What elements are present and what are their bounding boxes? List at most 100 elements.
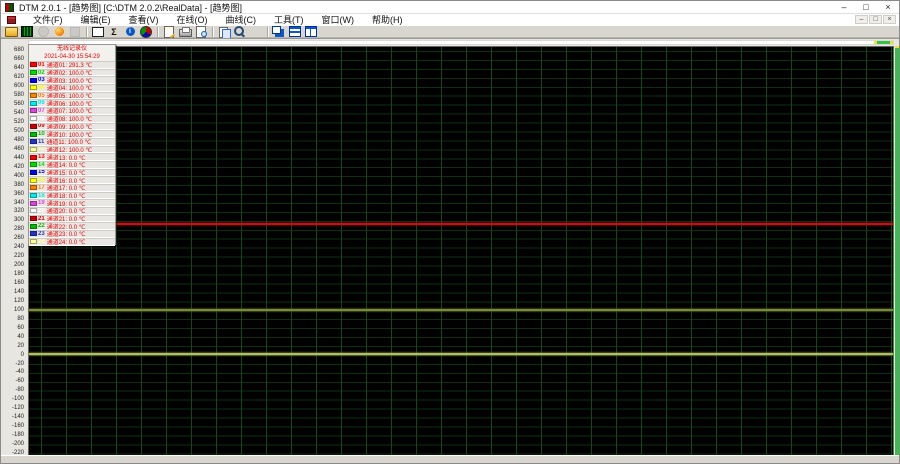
record-icon[interactable] <box>52 26 66 38</box>
tile-v-icon[interactable] <box>304 26 318 38</box>
y-axis-tick-label: -100 <box>0 396 24 402</box>
channel-color-swatch <box>30 147 37 152</box>
legend-row-channel-11[interactable]: 11通道11: 100.0 ℃ <box>29 138 115 146</box>
legend-row-channel-23[interactable]: 23通道23: 0.0 ℃ <box>29 230 115 238</box>
sum-icon[interactable]: Σ <box>107 26 121 38</box>
legend-row-channel-01[interactable]: 01通道01: 291.3 ℃ <box>29 61 115 69</box>
legend-row-channel-10[interactable]: 10通道10: 100.0 ℃ <box>29 130 115 138</box>
note-icon[interactable] <box>162 26 176 38</box>
channel-value-text: 通道21: 0.0 ℃ <box>47 215 86 223</box>
app-icon <box>5 3 14 12</box>
channel-value-text: 通道03: 100.0 ℃ <box>47 76 92 84</box>
y-axis-tick-label: 560 <box>0 101 24 107</box>
legend-row-channel-16[interactable]: 16通道16: 0.0 ℃ <box>29 176 115 184</box>
channel-color-swatch <box>30 185 37 190</box>
legend-row-channel-24[interactable]: 24通道24: 0.0 ℃ <box>29 238 115 246</box>
child-restore-button[interactable]: □ <box>869 15 882 24</box>
channel-number: 08 <box>38 116 45 122</box>
channel-color-swatch <box>30 224 37 229</box>
channel-color-swatch <box>30 108 37 113</box>
info-icon[interactable] <box>123 26 137 38</box>
legend-row-channel-02[interactable]: 02通道02: 100.0 ℃ <box>29 69 115 77</box>
cascade-icon[interactable] <box>272 26 286 38</box>
channel-color-swatch <box>30 93 37 98</box>
horizontal-scrollbar[interactable] <box>28 40 894 45</box>
legend-row-channel-19[interactable]: 19通道19: 0.0 ℃ <box>29 199 115 207</box>
close-button[interactable]: × <box>877 1 899 13</box>
channel-value-text: 通道15: 0.0 ℃ <box>47 169 86 177</box>
y-axis-tick-label: 400 <box>0 173 24 179</box>
y-axis-tick-label: -20 <box>0 361 24 367</box>
y-axis-tick-label: 480 <box>0 137 24 143</box>
legend-rows: 01通道01: 291.3 ℃02通道02: 100.0 ℃03通道03: 10… <box>29 61 115 246</box>
print-icon[interactable] <box>178 26 192 38</box>
y-axis-tick-label: 300 <box>0 217 24 223</box>
channel-color-swatch <box>30 170 37 175</box>
open-icon[interactable] <box>4 26 18 38</box>
window-icon[interactable] <box>91 26 105 38</box>
legend-row-channel-12[interactable]: 12通道12: 100.0 ℃ <box>29 146 115 154</box>
legend-row-channel-06[interactable]: 06通道06: 100.0 ℃ <box>29 99 115 107</box>
y-axis-tick-label: 540 <box>0 110 24 116</box>
plot-area[interactable] <box>28 46 894 457</box>
channel-number: 03 <box>38 77 45 83</box>
y-axis-tick-label: 660 <box>0 56 24 62</box>
channel-color-swatch <box>30 231 37 236</box>
y-axis-labels: 6806606406206005805605405205004804604404… <box>1 46 27 457</box>
legend-row-channel-20[interactable]: 20通道20: 0.0 ℃ <box>29 207 115 215</box>
y-axis-tick-label: -160 <box>0 423 24 429</box>
copy-icon[interactable] <box>217 26 231 38</box>
channel-value-text: 通道05: 100.0 ℃ <box>47 92 92 100</box>
horizontal-scroll-thumb[interactable] <box>874 41 893 44</box>
legend-row-channel-15[interactable]: 15通道15: 0.0 ℃ <box>29 169 115 177</box>
series-line <box>29 223 893 225</box>
channel-number: 24 <box>38 239 45 245</box>
legend-row-channel-21[interactable]: 21通道21: 0.0 ℃ <box>29 215 115 223</box>
y-axis-tick-label: 440 <box>0 155 24 161</box>
child-close-button[interactable]: × <box>883 15 896 24</box>
y-axis-tick-label: 140 <box>0 289 24 295</box>
legend-panel[interactable]: 无线记录仪 2021-04-30 15:54:29 01通道01: 291.3 … <box>28 44 116 245</box>
legend-row-channel-03[interactable]: 03通道03: 100.0 ℃ <box>29 76 115 84</box>
child-window-icon <box>7 16 16 24</box>
scroll-thumb-green[interactable] <box>877 41 890 44</box>
channel-number: 20 <box>38 208 45 214</box>
channel-value-text: 通道14: 0.0 ℃ <box>47 161 86 169</box>
legend-row-channel-13[interactable]: 13通道13: 0.0 ℃ <box>29 153 115 161</box>
pie-icon[interactable] <box>139 26 153 38</box>
connect-icon[interactable] <box>20 26 34 38</box>
y-axis-tick-label: 600 <box>0 83 24 89</box>
minimize-button[interactable]: – <box>833 1 855 13</box>
channel-value-text: 通道23: 0.0 ℃ <box>47 230 86 238</box>
legend-row-channel-09[interactable]: 09通道09: 100.0 ℃ <box>29 123 115 131</box>
start-icon <box>36 26 50 38</box>
y-axis-tick-label: 40 <box>0 334 24 340</box>
channel-number: 04 <box>38 85 45 91</box>
legend-row-channel-04[interactable]: 04通道04: 100.0 ℃ <box>29 84 115 92</box>
channel-color-swatch <box>30 116 37 121</box>
vertical-scroll-thumb[interactable] <box>895 46 900 457</box>
legend-row-channel-17[interactable]: 17通道17: 0.0 ℃ <box>29 184 115 192</box>
legend-row-channel-14[interactable]: 14通道14: 0.0 ℃ <box>29 161 115 169</box>
y-axis-tick-label: 340 <box>0 200 24 206</box>
zoom-icon[interactable] <box>233 26 247 38</box>
child-minimize-button[interactable]: – <box>855 15 868 24</box>
legend-row-channel-07[interactable]: 07通道07: 100.0 ℃ <box>29 107 115 115</box>
tile-h-icon[interactable] <box>288 26 302 38</box>
channel-color-swatch <box>30 178 37 183</box>
y-axis-tick-label: 0 <box>0 352 24 358</box>
channel-color-swatch <box>30 162 37 167</box>
channel-value-text: 通道11: 100.0 ℃ <box>46 138 91 146</box>
legend-row-channel-05[interactable]: 05通道05: 100.0 ℃ <box>29 92 115 100</box>
channel-color-swatch <box>30 85 37 90</box>
channel-number: 22 <box>38 223 45 229</box>
y-axis-tick-label: 320 <box>0 208 24 214</box>
channel-color-swatch <box>30 124 37 129</box>
legend-row-channel-22[interactable]: 22通道22: 0.0 ℃ <box>29 222 115 230</box>
vertical-scrollbar[interactable] <box>895 46 900 457</box>
legend-row-channel-18[interactable]: 18通道18: 0.0 ℃ <box>29 192 115 200</box>
legend-row-channel-08[interactable]: 08通道08: 100.0 ℃ <box>29 115 115 123</box>
y-axis-tick-label: 60 <box>0 325 24 331</box>
preview-icon[interactable] <box>194 26 208 38</box>
restore-button[interactable]: □ <box>855 1 877 13</box>
